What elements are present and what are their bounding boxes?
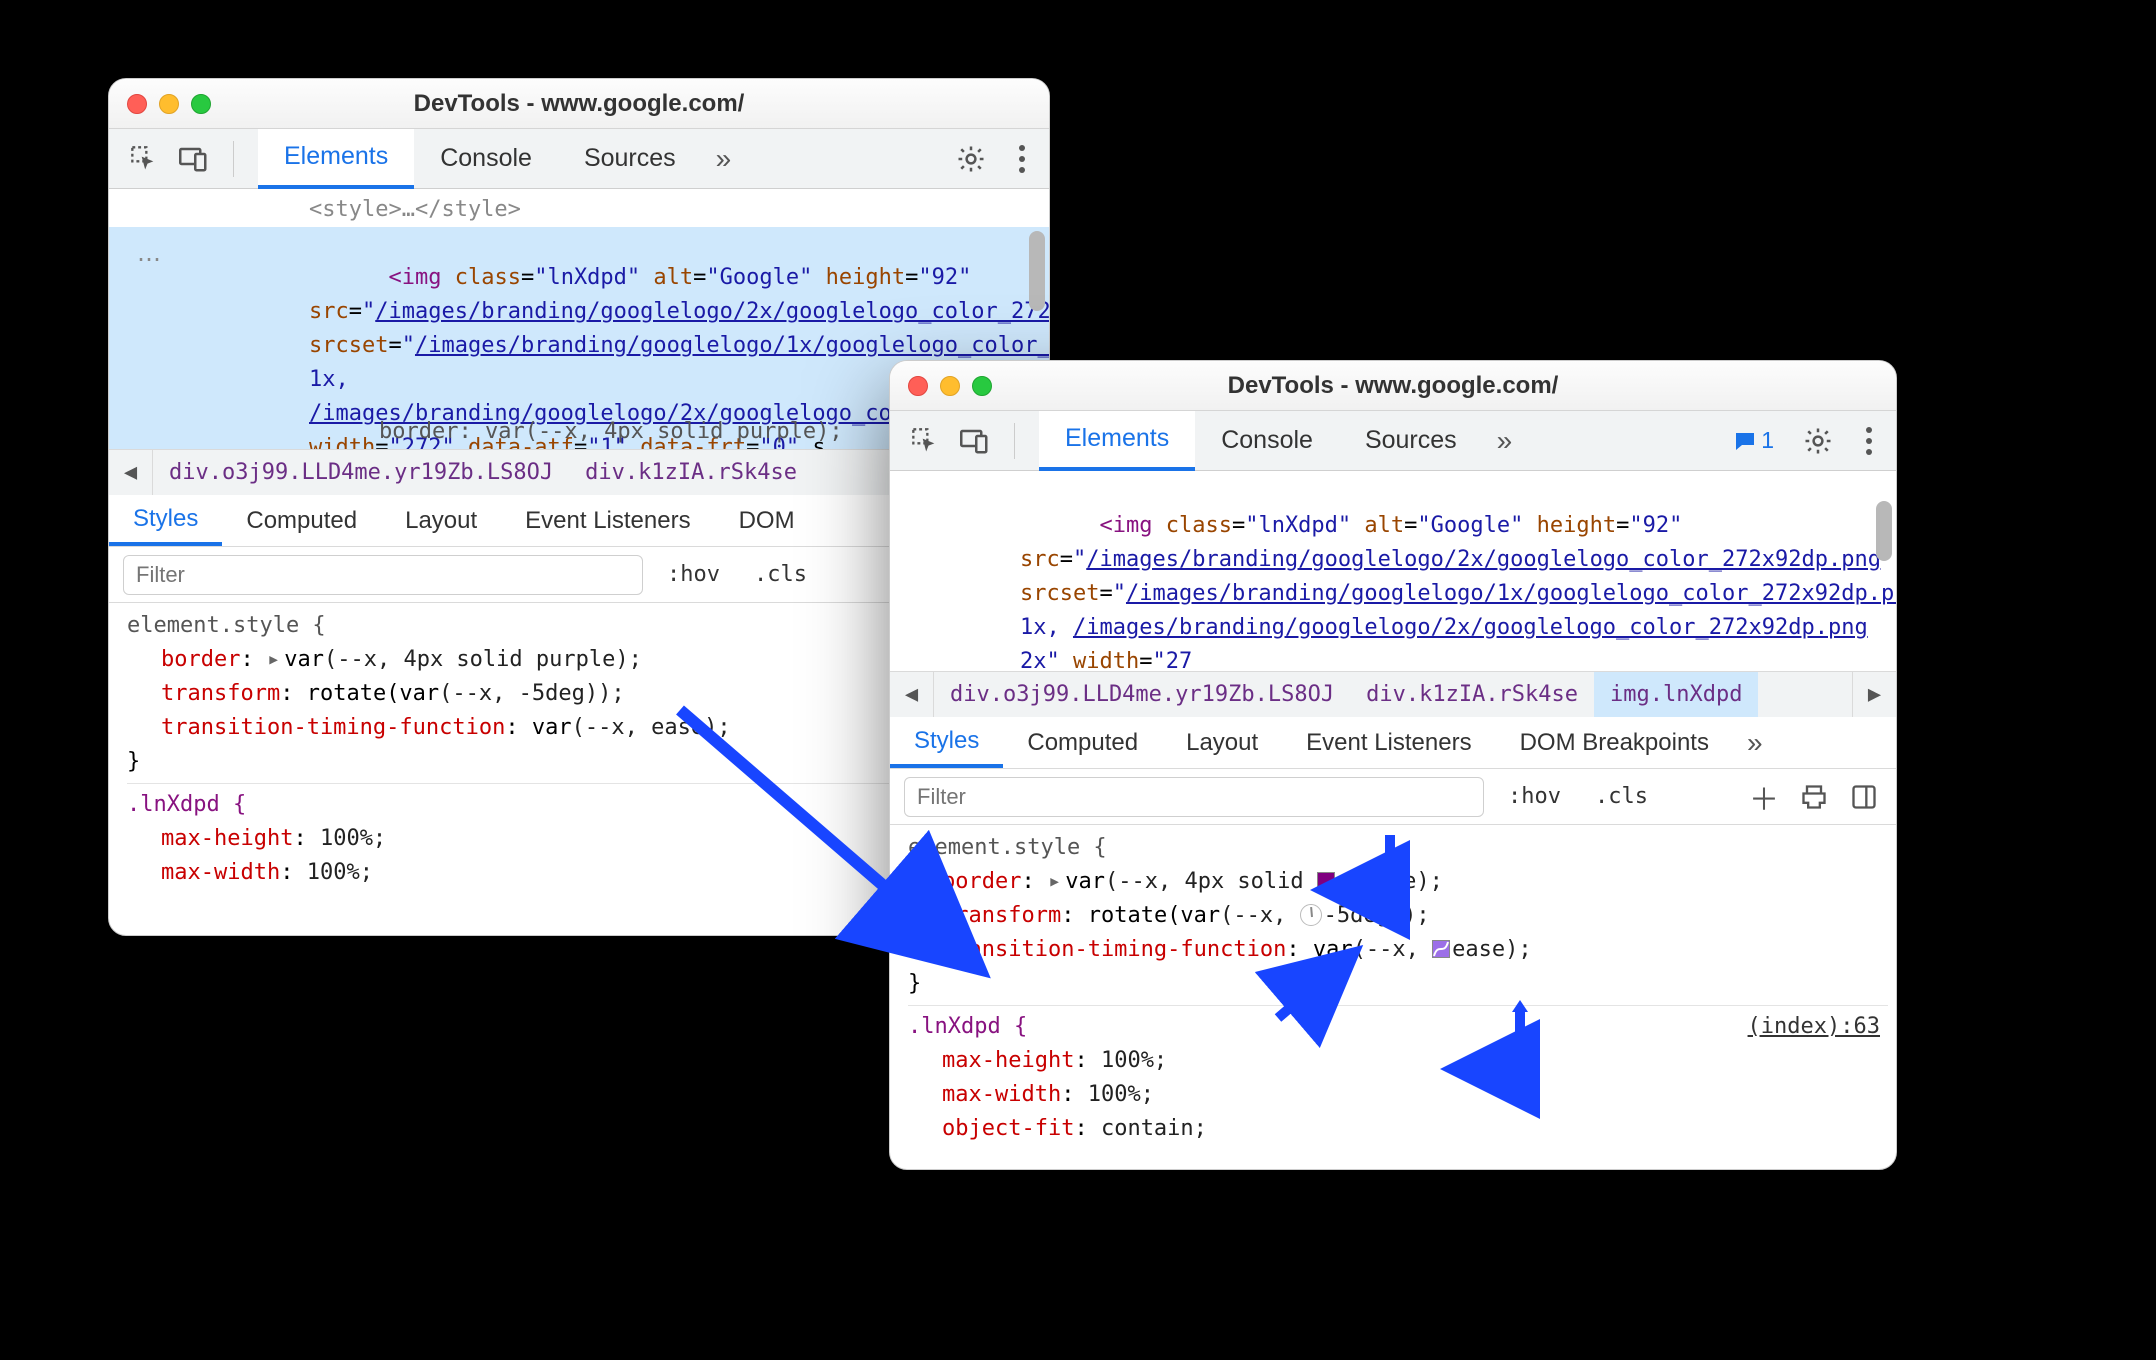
minimize-dot[interactable] bbox=[159, 94, 179, 114]
crumb-2[interactable]: div.k1zIA.rSk4se bbox=[1350, 672, 1594, 717]
angle-swatch-icon[interactable] bbox=[1300, 904, 1322, 926]
more-tabs-icon[interactable]: » bbox=[702, 129, 746, 189]
cls-toggle[interactable]: .cls bbox=[1585, 784, 1658, 809]
crumb-right-arrow-icon[interactable]: ▶ bbox=[1852, 672, 1896, 717]
stab-computed[interactable]: Computed bbox=[222, 495, 381, 546]
zoom-dot[interactable] bbox=[972, 376, 992, 396]
stab-layout[interactable]: Layout bbox=[381, 495, 501, 546]
tab-sources[interactable]: Sources bbox=[558, 129, 702, 189]
prop-object-fit[interactable]: object-fit: contain; bbox=[908, 1112, 1896, 1146]
rule-element-style[interactable]: element.style { bbox=[908, 831, 1896, 865]
color-swatch-icon[interactable] bbox=[1317, 872, 1335, 890]
prop-transform[interactable]: transform: rotate(var(--x, -5deg)); bbox=[908, 899, 1896, 933]
kebab-menu-icon[interactable] bbox=[1856, 427, 1882, 455]
messages-count: 1 bbox=[1761, 427, 1774, 454]
css-tooltip: border: var(--x, 4px solid purple); bbox=[379, 419, 843, 444]
prop-max-width[interactable]: max-width: 100%; bbox=[908, 1078, 1896, 1112]
stab-dom[interactable]: DOM Breakpoints bbox=[1496, 717, 1733, 768]
inspect-icon[interactable] bbox=[910, 426, 940, 456]
stab-layout[interactable]: Layout bbox=[1162, 717, 1282, 768]
new-style-rule-icon[interactable]: ＋ bbox=[1746, 779, 1782, 815]
messages-badge[interactable]: 1 bbox=[1727, 427, 1780, 454]
stab-listeners[interactable]: Event Listeners bbox=[1282, 717, 1495, 768]
window-title: DevTools - www.google.com/ bbox=[890, 372, 1896, 400]
more-tabs-icon[interactable]: » bbox=[1483, 411, 1527, 471]
stab-listeners[interactable]: Event Listeners bbox=[501, 495, 714, 546]
dom-img-node[interactable]: <img class="lnXdpd" alt="Google" height=… bbox=[890, 475, 1896, 671]
crumb-left-arrow-icon[interactable]: ◀ bbox=[109, 450, 153, 495]
zoom-dot[interactable] bbox=[191, 94, 211, 114]
dom-tree[interactable]: <img class="lnXdpd" alt="Google" height=… bbox=[890, 471, 1896, 671]
styles-tabs: Styles Computed Layout Event Listeners D… bbox=[890, 717, 1896, 769]
toolbar-divider bbox=[233, 141, 234, 177]
device-toggle-icon[interactable] bbox=[960, 426, 990, 456]
minimize-dot[interactable] bbox=[940, 376, 960, 396]
toolbar-divider bbox=[1014, 423, 1015, 459]
computed-toggle-icon[interactable] bbox=[1846, 779, 1882, 815]
tab-console[interactable]: Console bbox=[414, 129, 558, 189]
tab-console[interactable]: Console bbox=[1195, 411, 1339, 471]
titlebar: DevTools - www.google.com/ bbox=[890, 361, 1896, 411]
main-toolbar: Elements Console Sources » bbox=[109, 129, 1049, 189]
prop-border[interactable]: border: ▸var(--x, 4px solid purple); bbox=[908, 865, 1896, 899]
source-link[interactable]: (index):63 bbox=[1748, 1010, 1880, 1044]
vscroll[interactable] bbox=[1876, 475, 1892, 665]
styles-panel[interactable]: element.style { border: ▸var(--x, 4px so… bbox=[890, 825, 1896, 1152]
crumb-left-arrow-icon[interactable]: ◀ bbox=[890, 672, 934, 717]
rule-close: } bbox=[908, 967, 1896, 1001]
titlebar: DevTools - www.google.com/ bbox=[109, 79, 1049, 129]
styles-filter-input[interactable] bbox=[904, 777, 1484, 817]
close-dot[interactable] bbox=[127, 94, 147, 114]
prop-max-height[interactable]: max-height: 100%; bbox=[908, 1044, 1896, 1078]
close-dot[interactable] bbox=[908, 376, 928, 396]
window-title: DevTools - www.google.com/ bbox=[109, 90, 1049, 118]
panel-tabs: Elements Console Sources » bbox=[258, 129, 745, 189]
device-toggle-icon[interactable] bbox=[179, 144, 209, 174]
stab-computed[interactable]: Computed bbox=[1003, 717, 1162, 768]
tab-elements[interactable]: Elements bbox=[1039, 411, 1195, 471]
kebab-menu-icon[interactable] bbox=[1009, 145, 1035, 173]
more-stabs-icon[interactable]: » bbox=[1733, 717, 1777, 768]
styles-filter-bar: :hov .cls ＋ bbox=[890, 769, 1896, 825]
settings-gear-icon[interactable] bbox=[953, 141, 989, 177]
tab-elements[interactable]: Elements bbox=[258, 129, 414, 189]
rule-lnxdpd-header[interactable]: .lnXdpd {(index):63 bbox=[908, 1010, 1896, 1044]
hov-toggle[interactable]: :hov bbox=[1498, 784, 1571, 809]
inspect-icon[interactable] bbox=[129, 144, 159, 174]
easing-swatch-icon[interactable] bbox=[1432, 940, 1450, 958]
styles-filter-input[interactable] bbox=[123, 555, 643, 595]
crumb-3[interactable]: img.lnXdpd bbox=[1594, 672, 1758, 717]
dom-style-node[interactable]: <style>…</style> bbox=[109, 193, 1049, 227]
panel-tabs: Elements Console Sources » bbox=[1039, 411, 1526, 471]
cls-toggle[interactable]: .cls bbox=[744, 562, 817, 587]
prop-timing[interactable]: transition-timing-function: var(--x, eas… bbox=[908, 933, 1896, 967]
ellipsis-icon[interactable]: ⋯ bbox=[137, 245, 163, 274]
hov-toggle[interactable]: :hov bbox=[657, 562, 730, 587]
breadcrumbs: ◀ div.o3j99.LLD4me.yr19Zb.LS8OJ div.k1zI… bbox=[890, 671, 1896, 717]
crumb-1[interactable]: div.o3j99.LLD4me.yr19Zb.LS8OJ bbox=[934, 672, 1350, 717]
print-media-icon[interactable] bbox=[1796, 779, 1832, 815]
stab-styles[interactable]: Styles bbox=[109, 495, 222, 546]
traffic-lights bbox=[908, 376, 992, 396]
settings-gear-icon[interactable] bbox=[1800, 423, 1836, 459]
devtools-window-right: DevTools - www.google.com/ Elements Cons… bbox=[889, 360, 1897, 1170]
tab-sources[interactable]: Sources bbox=[1339, 411, 1483, 471]
stab-dom[interactable]: DOM bbox=[715, 495, 819, 546]
main-toolbar: Elements Console Sources » 1 bbox=[890, 411, 1896, 471]
stab-styles[interactable]: Styles bbox=[890, 717, 1003, 768]
crumb-2[interactable]: div.k1zIA.rSk4se bbox=[569, 450, 813, 495]
crumb-1[interactable]: div.o3j99.LLD4me.yr19Zb.LS8OJ bbox=[153, 450, 569, 495]
traffic-lights bbox=[127, 94, 211, 114]
